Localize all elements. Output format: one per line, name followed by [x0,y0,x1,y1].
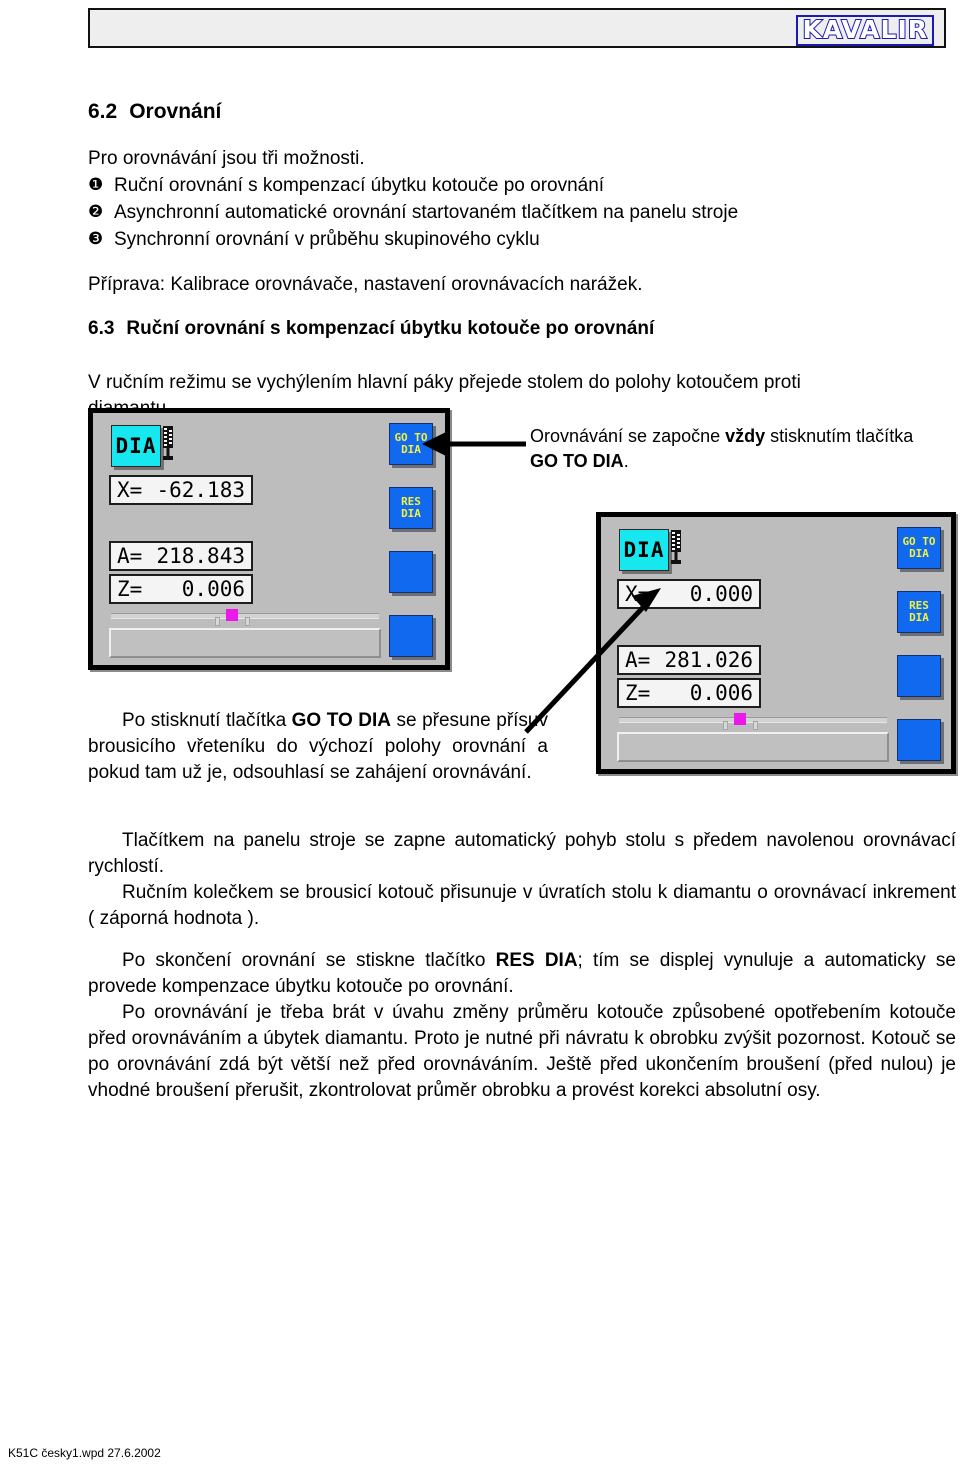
axis-value-x: -62.183 [156,478,245,502]
paragraph-wheel-diameter-warning: Po orovnávání je třeba brát v úvahu změn… [88,1000,956,1104]
paragraph-handwheel-increment: Ručním kolečkem se brousicí kotouč přisu… [88,880,956,932]
press-note-part1: Po stisknutí tlačítka [122,710,292,731]
intro-text: Pro orovnávání jsou tři možnosti. [88,148,365,169]
res-dia-button[interactable]: RES DIA [897,591,941,633]
subsection-number: 6.3 [88,318,115,339]
softkey-button-3[interactable] [389,551,433,593]
page-title: 6.2 Orovnání [88,100,221,124]
goto-callout-period: . [623,451,629,471]
res-dia-button[interactable]: RES DIA [389,487,433,529]
goto-callout-part2: stisknutím tlačítka [765,426,914,446]
callout-arrow-horizontal [422,430,526,458]
control-panel-before: DIA X= -62.183 A= 218.843 Z= 0.006 GO TO… [88,408,450,670]
p3-button-name: RES DIA [495,950,578,971]
res-dia-button-line2: DIA [909,611,929,624]
status-bar [109,628,381,658]
intro-block: Pro orovnávání jsou tři možnosti. ❶ Ručn… [88,145,788,253]
goto-callout-emphasis: vždy [725,426,766,446]
p3-part1: Po skončení orovnání se stiskne tlačítko [122,950,496,971]
list-item: ❷ Asynchronní automatické orovnání start… [88,199,788,226]
press-note-button-name: GO TO DIA [291,710,391,731]
slider-tick-left [215,617,220,626]
paragraph-text: Tlačítkem na panelu stroje se zapne auto… [88,830,956,877]
axis-value-z: 0.006 [181,577,245,601]
section-number: 6.2 [88,100,118,123]
axis-label-x: X= [117,478,143,502]
paragraph-text: Ručním kolečkem se brousicí kotouč přisu… [88,882,956,929]
softkey-button-4[interactable] [389,615,433,657]
paragraph-text: Po orovnávání je třeba brát v úvahu změn… [88,1002,956,1101]
options-list: ❶ Ruční orovnání s kompenzací úbytku kot… [88,172,788,253]
axis-label-z: Z= [117,577,143,601]
goto-dia-button[interactable]: GO TO DIA [897,527,941,569]
list-marker-2: ❷ [88,202,104,222]
list-item-label: Synchronní orovnání v průběhu skupinovéh… [114,229,540,250]
axis-field-x: X= -62.183 [109,475,253,505]
goto-callout-button-name: GO TO DIA [530,451,624,471]
section-title: Orovnání [129,100,222,123]
goto-dia-callout: Orovnávání se započne vždy stisknutím tl… [530,424,950,474]
paragraph-auto-table-motion: Tlačítkem na panelu stroje se zapne auto… [88,828,956,880]
slider-tick-left [723,721,728,730]
page-header-band: KAVALIR [88,8,946,48]
goto-callout-part1: Orovnávání se započne [530,426,726,446]
axis-field-z: Z= 0.006 [109,574,253,604]
kavalir-logo: KAVALIR [796,15,934,46]
list-item: ❸ Synchronní orovnání v průběhu skupinov… [88,226,788,253]
position-slider-thumb[interactable] [734,713,746,725]
list-marker-3: ❸ [88,229,104,249]
softkey-button-4[interactable] [897,719,941,761]
list-item: ❶ Ruční orovnání s kompenzací úbytku kot… [88,172,788,199]
subsection-title-label: Ruční orovnání s kompenzací úbytku kotou… [126,318,655,339]
grinding-wheel-dresser-icon [157,425,179,463]
subsection-title: 6.3 Ruční orovnání s kompenzací úbytku ko… [88,318,654,340]
paragraph-res-dia: Po skončení orovnání se stiskne tlačítko… [88,948,956,1000]
slider-tick-right [753,721,758,730]
page-footer: K51C česky1.wpd 27.6.2002 [8,1446,161,1460]
softkey-button-3[interactable] [897,655,941,697]
list-item-label: Ruční orovnání s kompenzací úbytku kotou… [114,175,605,196]
list-item-label: Asynchronní automatické orovnání startov… [114,202,739,223]
preparation-text: Příprava: Kalibrace orovnávače, nastaven… [88,274,643,295]
axis-field-a: A= 218.843 [109,541,253,571]
axis-label-a: A= [117,544,143,568]
goto-dia-button-line2: DIA [909,547,929,560]
axis-value-a: 218.843 [156,544,245,568]
position-slider-thumb[interactable] [226,609,238,621]
list-marker-1: ❶ [88,175,104,195]
slider-tick-right [245,617,250,626]
press-goto-dia-note: Po stisknutí tlačítka GO TO DIA se přesu… [88,708,548,786]
dia-mode-badge[interactable]: DIA [111,425,161,467]
res-dia-button-line2: DIA [401,507,421,520]
